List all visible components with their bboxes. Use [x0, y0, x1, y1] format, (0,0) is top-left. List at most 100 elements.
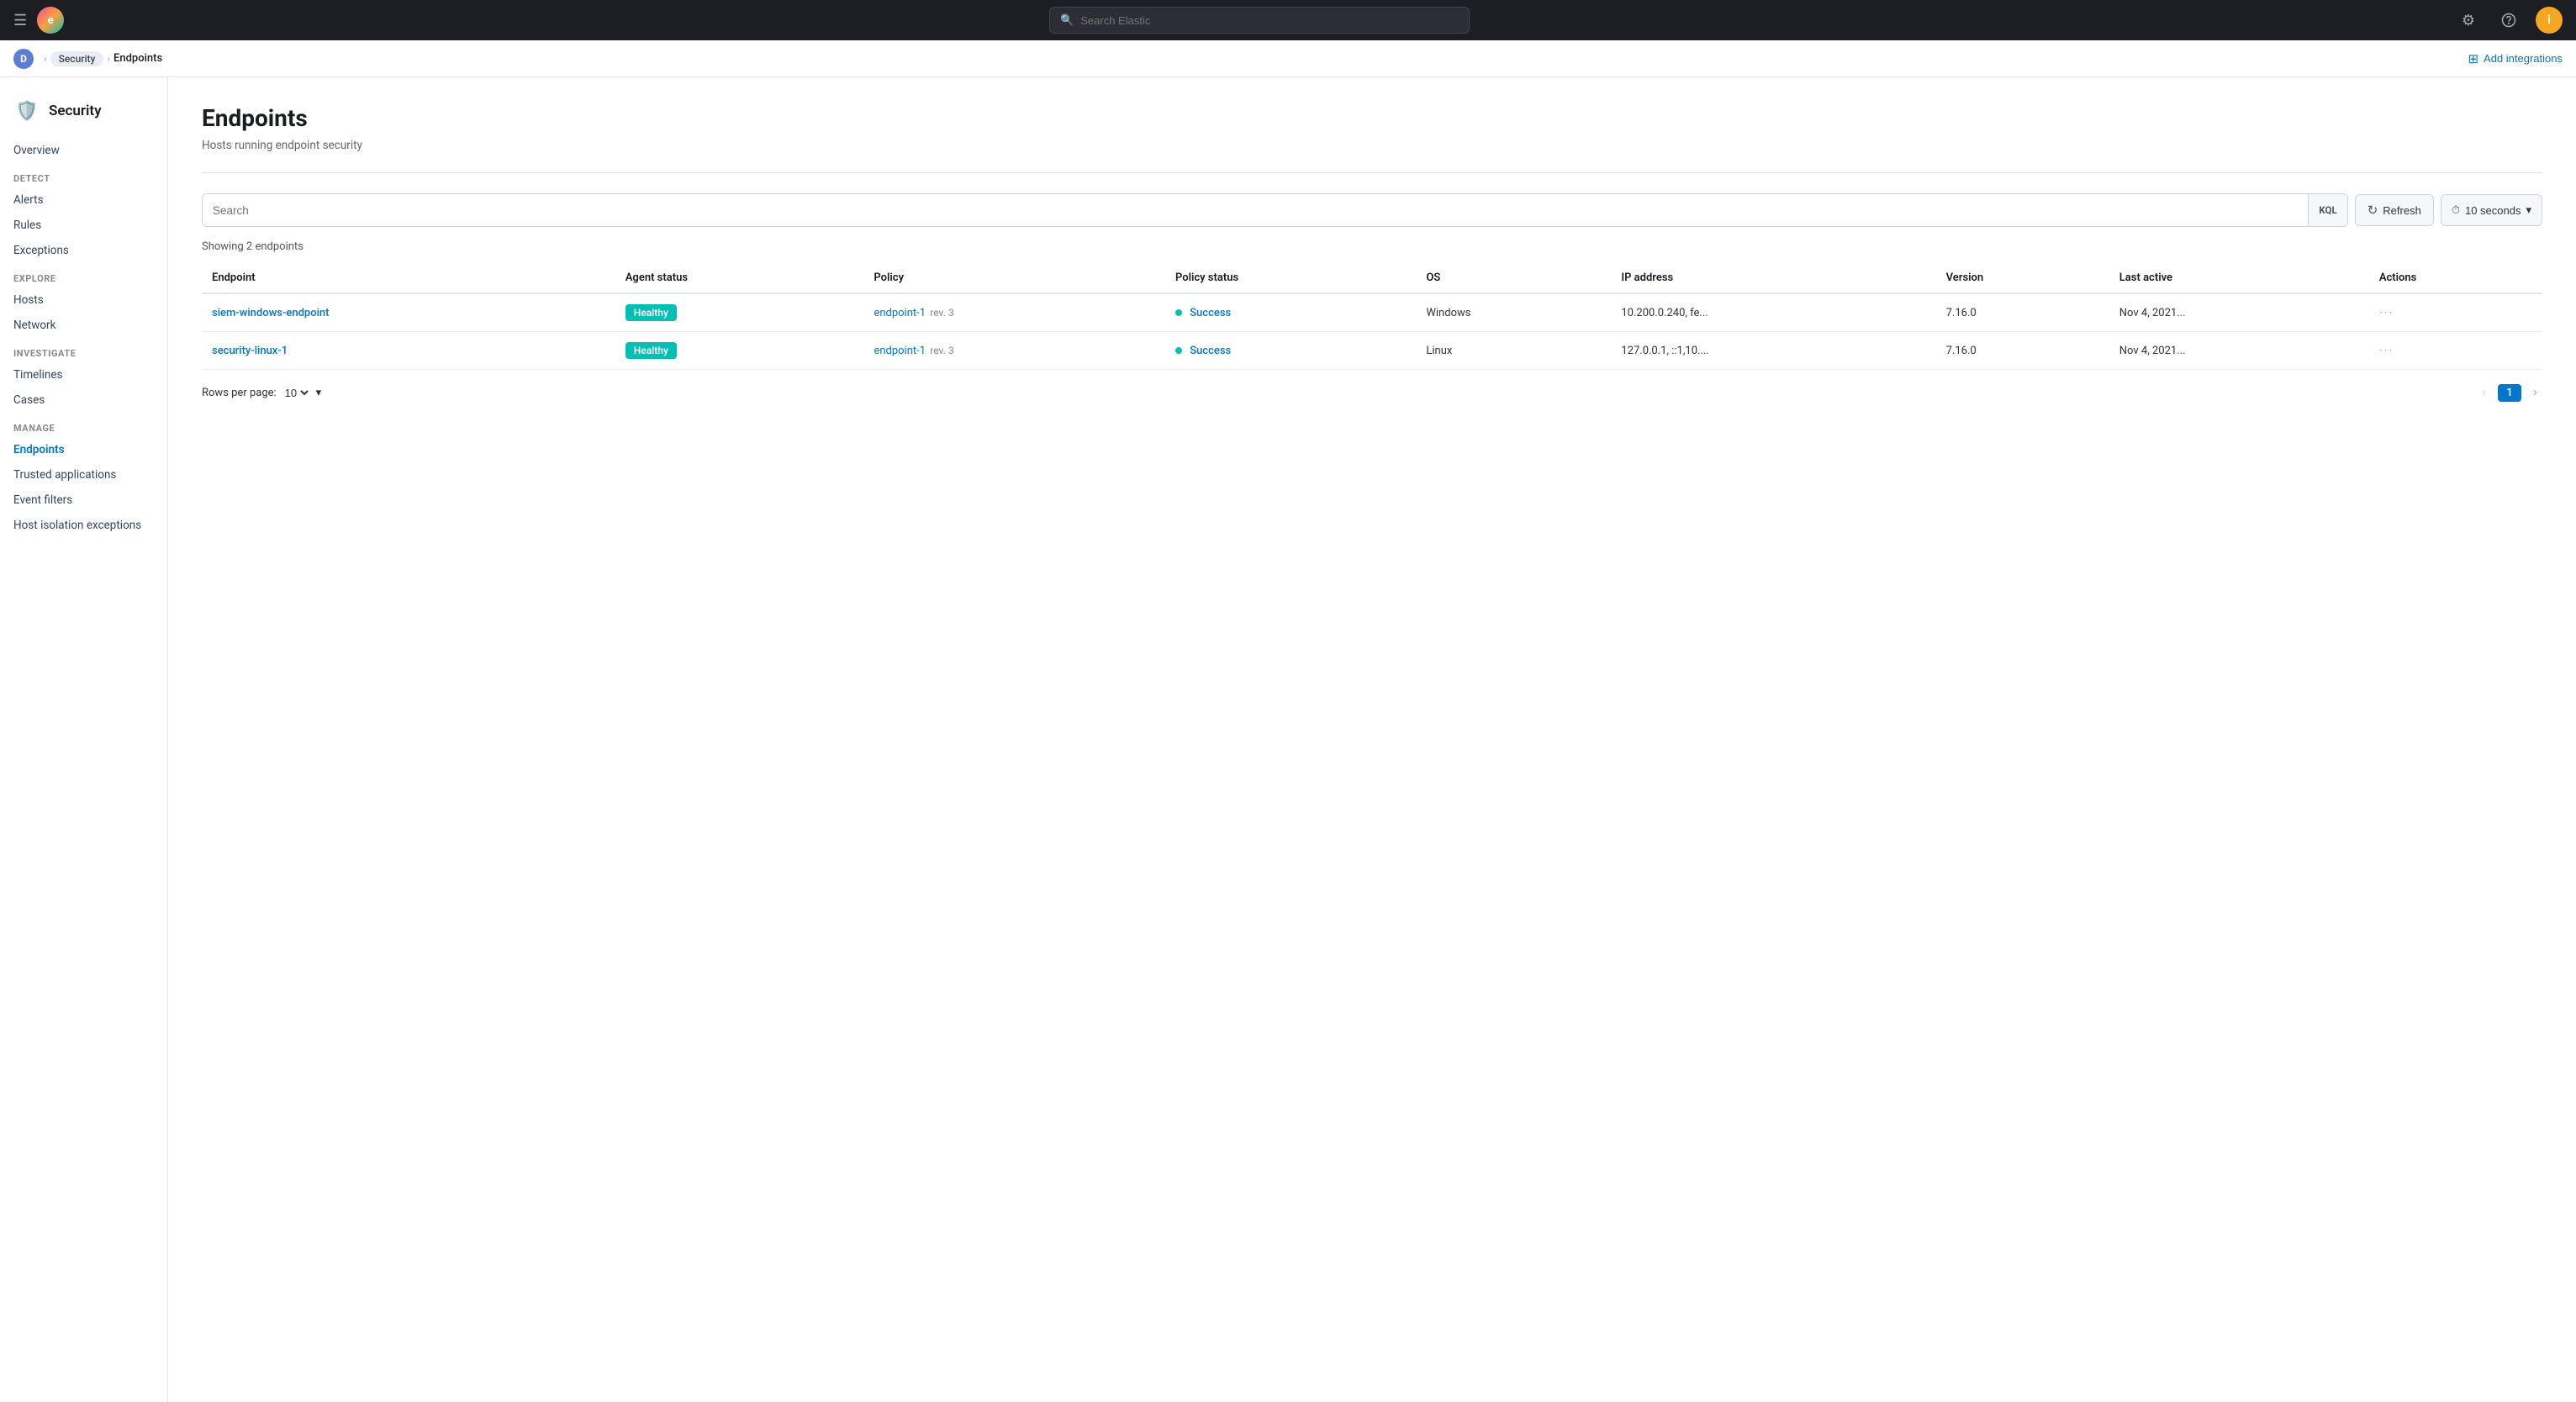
table-row: siem-windows-endpoint Healthy endpoint-1… — [202, 293, 2542, 332]
col-header-last-active: Last active — [2109, 263, 2369, 293]
sidebar-item-trusted-applications[interactable]: Trusted applications — [0, 462, 167, 488]
cell-agent-status-1: Healthy — [615, 332, 864, 370]
search-icon: 🔍 — [1060, 14, 1074, 27]
sidebar-item-event-filters[interactable]: Event filters — [0, 488, 167, 513]
security-shield-icon: 🛡️ — [13, 98, 40, 124]
sidebar-item-alerts[interactable]: Alerts — [0, 187, 167, 213]
breadcrumb-bar: D › Security › Endpoints ⊞ Add integrati… — [0, 40, 2576, 77]
cell-endpoint-1: security-linux-1 — [202, 332, 615, 370]
status-dot-1 — [1175, 347, 1182, 354]
endpoints-breadcrumb-label: Endpoints — [113, 52, 162, 65]
rows-per-page-control[interactable]: Rows per page: 10 25 50 ▾ — [202, 386, 321, 400]
col-header-policy: Policy — [863, 263, 1165, 293]
table-header-row: Endpoint Agent status Policy Policy stat… — [202, 263, 2542, 293]
cell-last-active-1: Nov 4, 2021... — [2109, 332, 2369, 370]
sidebar-item-exceptions[interactable]: Exceptions — [0, 238, 167, 263]
breadcrumb-security[interactable]: Security — [50, 51, 104, 66]
pagination-bar: Rows per page: 10 25 50 ▾ ‹ 1 › — [202, 383, 2542, 402]
endpoints-table: Endpoint Agent status Policy Policy stat… — [202, 263, 2542, 370]
hamburger-menu-button[interactable]: ☰ — [13, 12, 27, 29]
elastic-logo[interactable]: e — [37, 7, 64, 34]
actions-menu-button-1[interactable]: ··· — [2379, 343, 2394, 358]
home-icon-button[interactable]: D — [13, 49, 34, 69]
policy-rev-1: rev. 3 — [930, 345, 953, 356]
cell-ip-0: 10.200.0.240, fe... — [1611, 293, 1935, 332]
toolbar: KQL ↻ Refresh ⏱ 10 seconds ▾ — [202, 193, 2542, 227]
refresh-button[interactable]: ↻ Refresh — [2355, 194, 2434, 226]
status-dot-0 — [1175, 309, 1182, 316]
current-page-number: 1 — [2498, 384, 2521, 402]
policy-status-value-0: Success — [1190, 307, 1231, 319]
breadcrumb-separator-1: › — [107, 53, 110, 65]
rows-per-page-label: Rows per page: — [202, 387, 277, 399]
agent-status-badge-1: Healthy — [626, 342, 677, 359]
main-content: Endpoints Hosts running endpoint securit… — [168, 77, 2576, 1402]
refresh-icon: ↻ — [2367, 203, 2378, 218]
policy-link-0[interactable]: endpoint-1 — [874, 307, 926, 319]
col-header-version: Version — [1936, 263, 2109, 293]
search-input[interactable] — [203, 194, 2308, 226]
add-integrations-label: Add integrations — [2484, 52, 2563, 65]
cell-policy-0: endpoint-1 rev. 3 — [863, 293, 1165, 332]
cell-endpoint-0: siem-windows-endpoint — [202, 293, 615, 332]
actions-menu-button-0[interactable]: ··· — [2379, 305, 2394, 320]
col-header-policy-status: Policy status — [1165, 263, 1416, 293]
sidebar-section-investigate: Investigate — [0, 338, 167, 362]
sidebar-item-endpoints[interactable]: Endpoints — [0, 437, 167, 462]
col-header-endpoint: Endpoint — [202, 263, 615, 293]
col-header-actions: Actions — [2369, 263, 2542, 293]
add-integrations-icon: ⊞ — [2468, 51, 2478, 66]
global-search-bar[interactable]: 🔍 — [1049, 7, 1470, 34]
security-breadcrumb-tag[interactable]: Security — [50, 51, 104, 66]
refresh-label: Refresh — [2383, 204, 2421, 217]
add-integrations-button[interactable]: ⊞ Add integrations — [2468, 51, 2563, 66]
col-header-agent-status: Agent status — [615, 263, 864, 293]
prev-page-button[interactable]: ‹ — [2477, 383, 2491, 402]
global-search-input[interactable] — [1080, 14, 1459, 27]
sidebar-header: 🛡️ Security — [0, 91, 167, 138]
support-icon-button[interactable] — [2495, 7, 2522, 34]
elastic-logo-icon: e — [37, 7, 64, 34]
sidebar-section-manage: Manage — [0, 413, 167, 437]
search-field-wrap: KQL — [202, 193, 2348, 227]
endpoint-link-0[interactable]: siem-windows-endpoint — [212, 307, 329, 319]
clock-icon: ⏱ — [2452, 203, 2460, 217]
table-row: security-linux-1 Healthy endpoint-1 rev.… — [202, 332, 2542, 370]
cell-policy-status-0: Success — [1165, 293, 1416, 332]
page-subtitle: Hosts running endpoint security — [202, 139, 2542, 152]
sidebar: 🛡️ Security Overview Detect Alerts Rules… — [0, 77, 168, 1402]
kql-button[interactable]: KQL — [2308, 194, 2346, 226]
next-page-button[interactable]: › — [2528, 383, 2542, 402]
cell-os-0: Windows — [1416, 293, 1611, 332]
time-label: 10 seconds — [2465, 204, 2521, 217]
sidebar-item-hosts[interactable]: Hosts — [0, 287, 167, 313]
chevron-down-icon: ▾ — [2526, 203, 2531, 217]
pagination-navigation: ‹ 1 › — [2477, 383, 2542, 402]
settings-icon-button[interactable]: ⚙ — [2455, 7, 2482, 34]
endpoint-link-1[interactable]: security-linux-1 — [212, 345, 288, 357]
cell-actions-1: ··· — [2369, 332, 2542, 370]
sidebar-title: Security — [49, 103, 102, 119]
sidebar-item-overview[interactable]: Overview — [0, 138, 167, 163]
user-initial-badge: D — [13, 49, 34, 69]
policy-link-1[interactable]: endpoint-1 — [874, 345, 926, 357]
cell-last-active-0: Nov 4, 2021... — [2109, 293, 2369, 332]
sidebar-section-detect: Detect — [0, 163, 167, 187]
sidebar-item-cases[interactable]: Cases — [0, 387, 167, 413]
sidebar-item-host-isolation-exceptions[interactable]: Host isolation exceptions — [0, 513, 167, 538]
policy-rev-0: rev. 3 — [930, 307, 953, 319]
sidebar-item-timelines[interactable]: Timelines — [0, 362, 167, 387]
col-header-ip-address: IP address — [1611, 263, 1935, 293]
time-interval-button[interactable]: ⏱ 10 seconds ▾ — [2441, 194, 2542, 226]
main-layout: 🛡️ Security Overview Detect Alerts Rules… — [0, 77, 2576, 1402]
content-divider — [202, 172, 2542, 173]
cell-version-1: 7.16.0 — [1936, 332, 2109, 370]
page-title: Endpoints — [202, 104, 2542, 132]
top-navigation: ☰ e 🔍 ⚙ i — [0, 0, 2576, 40]
sidebar-item-rules[interactable]: Rules — [0, 213, 167, 238]
col-header-os: OS — [1416, 263, 1611, 293]
user-avatar[interactable]: i — [2536, 7, 2563, 34]
rows-per-page-select[interactable]: 10 25 50 — [282, 386, 311, 400]
showing-label: Showing 2 endpoints — [202, 240, 2542, 253]
sidebar-item-network[interactable]: Network — [0, 313, 167, 338]
